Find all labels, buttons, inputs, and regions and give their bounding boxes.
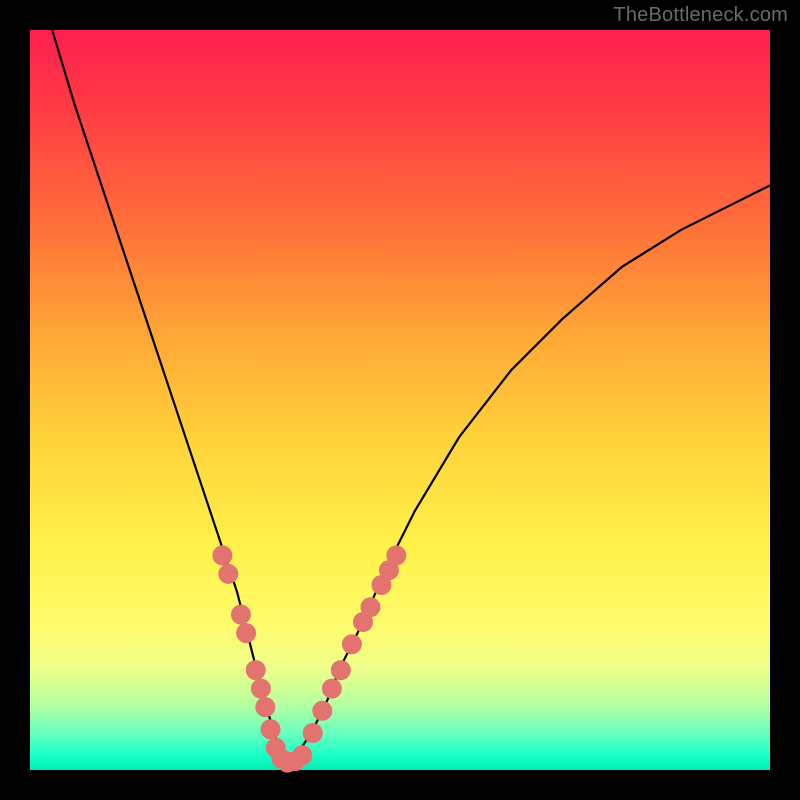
- data-marker: [231, 605, 251, 625]
- chart-frame: TheBottleneck.com: [0, 0, 800, 800]
- chart-svg: [30, 30, 770, 770]
- data-marker: [303, 723, 323, 743]
- data-marker: [246, 660, 266, 680]
- data-marker: [322, 679, 342, 699]
- bottleneck-curve: [52, 30, 770, 764]
- data-marker: [212, 545, 232, 565]
- data-marker: [255, 697, 275, 717]
- data-marker: [292, 745, 312, 765]
- data-marker: [331, 660, 351, 680]
- plot-area: [30, 30, 770, 770]
- data-markers-group: [212, 545, 406, 772]
- data-marker: [360, 597, 380, 617]
- data-marker: [342, 634, 362, 654]
- data-marker: [251, 679, 271, 699]
- data-marker: [312, 701, 332, 721]
- watermark-text: TheBottleneck.com: [613, 4, 788, 27]
- data-marker: [261, 719, 281, 739]
- data-marker: [236, 623, 256, 643]
- data-marker: [218, 564, 238, 584]
- data-marker: [386, 545, 406, 565]
